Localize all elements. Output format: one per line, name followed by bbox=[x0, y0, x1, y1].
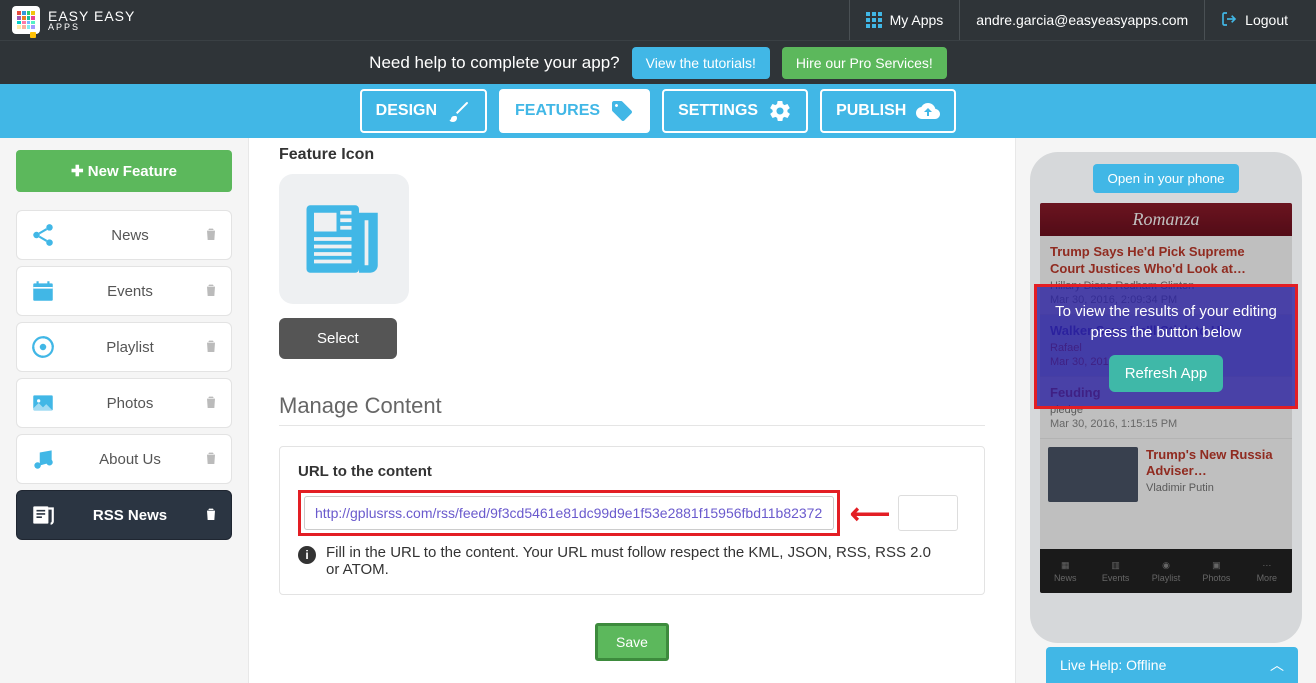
sidebar-item-label: About Us bbox=[71, 451, 189, 468]
tab-features-label: FEATURES bbox=[515, 102, 600, 120]
tab-settings[interactable]: SETTINGS bbox=[662, 89, 808, 133]
sidebar-item-playlist[interactable]: Playlist bbox=[16, 322, 232, 372]
sidebar-item-label: RSS News bbox=[71, 507, 189, 524]
chevron-up-icon: ︿ bbox=[1270, 655, 1284, 675]
cloud-upload-icon bbox=[916, 99, 940, 123]
topbar: EASY EASY APPS My Apps andre.garcia@easy… bbox=[0, 0, 1316, 40]
trash-icon[interactable] bbox=[203, 450, 219, 469]
logo-mark bbox=[12, 6, 40, 34]
tab-publish-label: PUBLISH bbox=[836, 102, 906, 120]
preview-news-sub: Vladimir Putin bbox=[1146, 482, 1284, 494]
preview-news-item: Trump's New Russia Adviser… Vladimir Put… bbox=[1040, 439, 1292, 510]
brand-logo[interactable]: EASY EASY APPS bbox=[12, 6, 135, 34]
view-tutorials-button[interactable]: View the tutorials! bbox=[632, 47, 770, 79]
trash-icon[interactable] bbox=[203, 226, 219, 245]
annotation-arrow-icon: ⟵ bbox=[850, 497, 888, 530]
trash-icon[interactable] bbox=[203, 506, 219, 525]
sidebar-item-news[interactable]: News bbox=[16, 210, 232, 260]
manage-content-title: Manage Content bbox=[279, 393, 985, 426]
user-email-text: andre.garcia@easyeasyapps.com bbox=[976, 12, 1188, 28]
overlay-text: To view the results of your editing pres… bbox=[1045, 301, 1287, 343]
preview-news-title: Trump Says He'd Pick Supreme Court Justi… bbox=[1050, 244, 1282, 278]
tab-settings-label: SETTINGS bbox=[678, 102, 758, 120]
sidebar-item-label: Events bbox=[71, 283, 189, 300]
preview-overlay: To view the results of your editing pres… bbox=[1034, 284, 1298, 409]
feature-icon-label: Feature Icon bbox=[279, 146, 985, 164]
preview-news-date: Mar 30, 2016, 1:15:15 PM bbox=[1050, 418, 1282, 430]
hire-pro-button[interactable]: Hire our Pro Services! bbox=[782, 47, 947, 79]
feature-icon-preview bbox=[279, 174, 409, 304]
logout-link[interactable]: Logout bbox=[1204, 0, 1304, 40]
my-apps-link[interactable]: My Apps bbox=[849, 0, 960, 40]
refresh-app-button[interactable]: Refresh App bbox=[1109, 355, 1224, 392]
logout-label: Logout bbox=[1245, 12, 1288, 28]
url-panel: URL to the content ⟵ i Fill in the URL t… bbox=[279, 446, 985, 595]
button-placeholder[interactable] bbox=[898, 495, 958, 531]
apps-grid-icon bbox=[866, 12, 882, 28]
tab-publish[interactable]: PUBLISH bbox=[820, 89, 956, 133]
preview-pane: Open in your phone Romanza Trump Says He… bbox=[1016, 138, 1316, 683]
features-list: News Events Playlist Photos About Us bbox=[16, 210, 232, 540]
sidebar-item-label: News bbox=[71, 227, 189, 244]
sidebar-item-photos[interactable]: Photos bbox=[16, 378, 232, 428]
select-icon-button[interactable]: Select bbox=[279, 318, 397, 359]
calendar-icon bbox=[29, 277, 57, 305]
preview-tab: ▣Photos bbox=[1191, 549, 1241, 593]
preview-tab: ⋯More bbox=[1242, 549, 1292, 593]
preview-thumbnail bbox=[1048, 447, 1138, 502]
sidebar-item-label: Playlist bbox=[71, 339, 189, 356]
preview-tab: ▥Events bbox=[1090, 549, 1140, 593]
plus-icon: ✚ bbox=[71, 163, 88, 180]
news-icon bbox=[29, 501, 57, 529]
url-input-highlight bbox=[298, 490, 840, 536]
photo-icon bbox=[29, 389, 57, 417]
sidebar-item-events[interactable]: Events bbox=[16, 266, 232, 316]
new-feature-button[interactable]: ✚ New Feature bbox=[16, 150, 232, 192]
new-feature-label: New Feature bbox=[88, 163, 177, 180]
preview-tab: ◉Playlist bbox=[1141, 549, 1191, 593]
logout-icon bbox=[1221, 11, 1237, 30]
tags-icon bbox=[610, 99, 634, 123]
preview-tab: ▦News bbox=[1040, 549, 1090, 593]
brush-icon bbox=[447, 99, 471, 123]
info-icon: i bbox=[298, 546, 316, 564]
live-help-bar[interactable]: Live Help: Offline ︿ bbox=[1046, 647, 1298, 683]
brand-text: EASY EASY APPS bbox=[48, 8, 135, 32]
save-button[interactable]: Save bbox=[595, 623, 669, 661]
sidebar-item-about[interactable]: About Us bbox=[16, 434, 232, 484]
tab-design[interactable]: DESIGN bbox=[360, 89, 487, 133]
music-icon bbox=[29, 445, 57, 473]
disc-icon bbox=[29, 333, 57, 361]
phone-frame: Open in your phone Romanza Trump Says He… bbox=[1030, 152, 1302, 643]
trash-icon[interactable] bbox=[203, 338, 219, 357]
open-in-phone-button[interactable]: Open in your phone bbox=[1093, 164, 1238, 193]
preview-tabbar: ▦News ▥Events ◉Playlist ▣Photos ⋯More bbox=[1040, 549, 1292, 593]
trash-icon[interactable] bbox=[203, 282, 219, 301]
sidebar: ✚ New Feature News Events Playlist Photo… bbox=[0, 138, 248, 683]
helpbar: Need help to complete your app? View the… bbox=[0, 40, 1316, 84]
tab-features[interactable]: FEATURES bbox=[499, 89, 650, 133]
preview-app-header: Romanza bbox=[1040, 203, 1292, 236]
newspaper-icon bbox=[299, 194, 389, 284]
url-hint: Fill in the URL to the content. Your URL… bbox=[326, 544, 946, 578]
main-nav: DESIGN FEATURES SETTINGS PUBLISH bbox=[0, 84, 1316, 138]
main-content: Feature Icon Select Manage Content URL t… bbox=[248, 138, 1016, 683]
live-help-label: Live Help: Offline bbox=[1060, 657, 1166, 673]
sidebar-item-rss-news[interactable]: RSS News bbox=[16, 490, 232, 540]
help-prompt: Need help to complete your app? bbox=[369, 53, 619, 73]
share-icon bbox=[29, 221, 57, 249]
trash-icon[interactable] bbox=[203, 394, 219, 413]
url-input[interactable] bbox=[304, 496, 834, 530]
my-apps-label: My Apps bbox=[890, 12, 944, 28]
sidebar-item-label: Photos bbox=[71, 395, 189, 412]
url-label: URL to the content bbox=[298, 463, 966, 480]
gear-icon bbox=[768, 99, 792, 123]
user-email[interactable]: andre.garcia@easyeasyapps.com bbox=[959, 0, 1204, 40]
tab-design-label: DESIGN bbox=[376, 102, 437, 120]
preview-news-title: Trump's New Russia Adviser… bbox=[1146, 447, 1284, 481]
